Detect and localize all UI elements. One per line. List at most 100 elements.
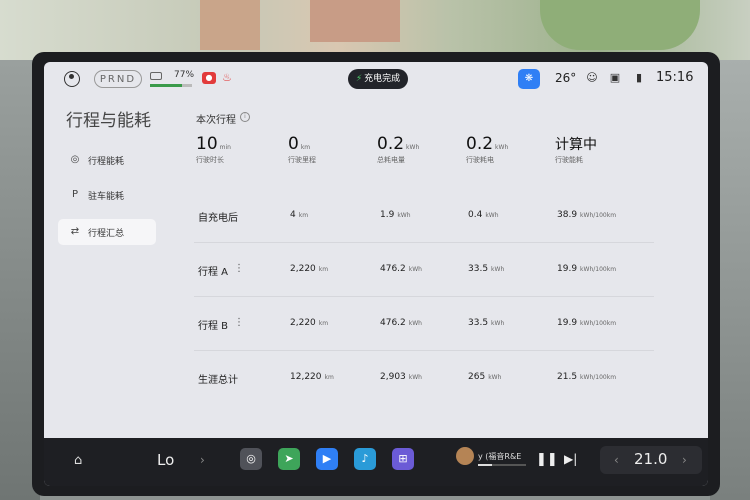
table-row: 生涯总计 12,220 km 2,903 kWh 265 kWh 21.5 kWh/10… <box>194 350 654 404</box>
row-energy: 1.9 kWh <box>380 210 411 220</box>
stat-value: 10 <box>196 134 218 154</box>
row-energy: 2,903 kWh <box>380 372 422 382</box>
stat-label: 行驶能耗 <box>555 156 583 164</box>
windshield-scene <box>0 0 750 60</box>
bottom-dock: ⌂ Lo › ◎ ➤ ▶ ♪ ⊞ y (福音R&E ❚❚ ▶| ‹ › 21.0 <box>44 438 708 486</box>
album-art[interactable] <box>456 447 474 465</box>
climate-temperature: 21.0 <box>634 450 668 468</box>
stat-label: 行驶时长 <box>196 156 224 164</box>
row-name: 行程 B <box>198 321 229 332</box>
row-drive-energy: 33.5 kWh <box>468 264 504 274</box>
sidebar-item-label: 行程能耗 <box>88 157 125 167</box>
row-distance: 4 km <box>290 210 308 220</box>
stat-unit: min <box>219 144 231 151</box>
chevron-right-icon[interactable]: › <box>200 453 205 467</box>
unit: kWh/100km <box>580 374 617 381</box>
value: 0.4 <box>468 210 483 220</box>
sidebar-item-label: 驻车能耗 <box>88 192 125 202</box>
table-row: 行程 B ⋮ 2,220 km 476.2 kWh 33.5 kWh 19.9 kWh/… <box>194 296 654 351</box>
parking-icon: P <box>71 189 79 200</box>
stat-drive-time: 10 min 行驶时长 <box>196 134 231 165</box>
unit: kWh/100km <box>580 266 617 273</box>
value: 12,220 <box>290 372 322 382</box>
section-title: 本次行程 <box>196 115 236 126</box>
next-track-icon[interactable]: ▶| <box>564 452 577 466</box>
value: 4 <box>290 210 296 220</box>
row-name: 自充电后 <box>198 213 238 224</box>
value: 19.9 <box>557 264 578 274</box>
page-title: 行程与能耗 <box>66 111 151 131</box>
stat-value: 计算中 <box>555 137 597 153</box>
value: 33.5 <box>468 264 489 274</box>
stat-unit: kWh <box>495 144 509 151</box>
battery-level-bar <box>150 84 192 87</box>
building <box>310 0 400 42</box>
user-avatar-icon[interactable] <box>64 71 80 87</box>
value: 38.9 <box>557 210 578 220</box>
stat-drive-energy: 0.2 kWh 行驶耗电 <box>466 134 508 165</box>
value: 1.9 <box>380 210 395 220</box>
value: 476.2 <box>380 318 406 328</box>
table-row: 行程 A ⋮ 2,220 km 476.2 kWh 33.5 kWh 19.9 kWh/… <box>194 242 654 297</box>
mode-label[interactable]: Lo <box>157 451 174 469</box>
row-drive-energy: 33.5 kWh <box>468 318 504 328</box>
apps-grid-icon[interactable]: ⊞ <box>392 448 414 470</box>
stat-distance: 0 km 行驶里程 <box>288 134 316 165</box>
stat-label: 总耗电量 <box>377 156 405 164</box>
warning-icon[interactable]: ♨ <box>221 71 233 85</box>
seat-app-icon[interactable]: ♪ <box>354 448 376 470</box>
sidebar-item-trip-energy[interactable]: ◎ 行程能耗 <box>58 147 156 173</box>
chat-icon[interactable]: ☺ <box>585 71 599 85</box>
unit: kWh <box>491 320 505 327</box>
unit: kWh/100km <box>580 320 617 327</box>
more-options-icon[interactable]: ⋮ <box>234 263 244 274</box>
video-app-icon[interactable]: ▶ <box>316 448 338 470</box>
media-title: y (福音R&E <box>478 452 522 461</box>
stat-value: 0 <box>288 134 299 154</box>
value: 2,220 <box>290 318 316 328</box>
unit: km <box>318 266 329 273</box>
chevron-left-icon[interactable]: ‹ <box>614 453 619 467</box>
value: 2,220 <box>290 264 316 274</box>
media-progress-fill <box>478 464 493 466</box>
battery-level-fill <box>150 84 183 87</box>
more-options-icon[interactable]: ⋮ <box>234 317 244 328</box>
climate-fan-icon[interactable]: ❋ <box>518 69 540 89</box>
pause-icon[interactable]: ❚❚ <box>536 452 558 467</box>
row-drive-energy: 0.4 kWh <box>468 210 499 220</box>
media-progress-bar[interactable] <box>478 464 526 466</box>
battery-percent: 77% <box>174 70 195 80</box>
stat-value: 0.2 <box>466 134 494 154</box>
infotainment-screen: PRND 77% ● ♨ ⚡ 充电完成 ❋ 26° ☺ ▣ ▮ 15:16 行程与… <box>44 62 708 486</box>
home-icon[interactable]: ⌂ <box>74 454 88 468</box>
chevron-right-icon[interactable]: › <box>682 453 687 467</box>
map-app-icon[interactable]: ➤ <box>278 448 300 470</box>
value: 476.2 <box>380 264 406 274</box>
gear-indicator: PRND <box>94 70 142 88</box>
unit: kWh <box>408 266 422 273</box>
value: 265 <box>468 372 486 382</box>
unit: kWh <box>491 266 505 273</box>
steering-app-icon[interactable]: ◎ <box>240 448 262 470</box>
info-icon[interactable]: i <box>240 112 250 122</box>
stat-consumption: 计算中 行驶能耗 <box>555 134 599 165</box>
row-drive-energy: 265 kWh <box>468 372 501 382</box>
sidebar-item-trip-summary[interactable]: ⇄ 行程汇总 <box>58 219 156 245</box>
table-row: 自充电后 4 km 1.9 kWh 0.4 kWh 38.9 kWh/100km <box>194 188 654 243</box>
stat-unit: kWh <box>406 144 420 151</box>
stat-unit: km <box>300 144 311 151</box>
status-bar: PRND 77% ● ♨ ⚡ 充电完成 ❋ 26° ☺ ▣ ▮ 15:16 <box>44 62 708 96</box>
row-distance: 12,220 km <box>290 372 334 382</box>
sidebar-item-parking-energy[interactable]: P 驻车能耗 <box>58 182 156 208</box>
steering-wheel-icon: ◎ <box>70 154 80 165</box>
row-consumption: 19.9 kWh/100km <box>557 318 616 328</box>
unit: km <box>298 212 309 219</box>
camera-record-icon[interactable]: ● <box>202 72 216 84</box>
row-distance: 2,220 km <box>290 318 328 328</box>
charge-status-pill[interactable]: ⚡ 充电完成 <box>348 69 408 89</box>
unit: kWh <box>408 320 422 327</box>
video-camera-icon[interactable]: ▣ <box>608 71 622 85</box>
signal-icon: ▮ <box>635 71 643 84</box>
unit: km <box>324 374 334 381</box>
swap-icon: ⇄ <box>70 226 80 237</box>
